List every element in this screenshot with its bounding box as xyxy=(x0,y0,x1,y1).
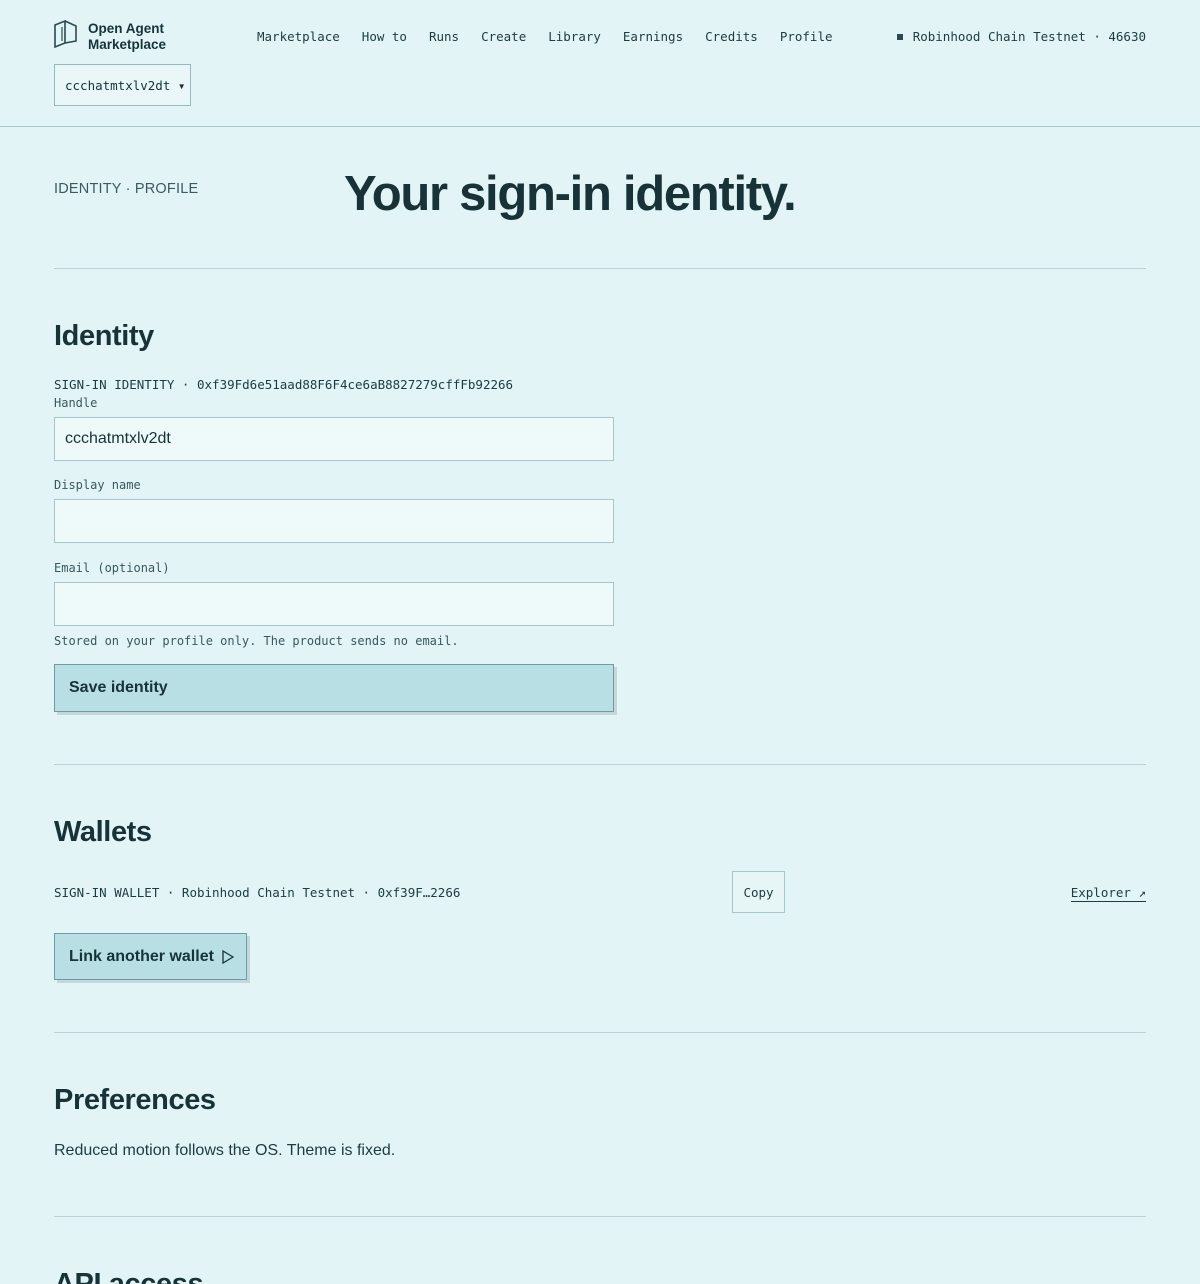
play-arrow-icon xyxy=(222,949,234,964)
email-label: Email (optional) xyxy=(54,561,170,575)
brand-name-line2: Marketplace xyxy=(88,36,167,52)
save-identity-label: Save identity xyxy=(69,679,168,696)
account-handle: ccchatmtxlv2dt ▾ xyxy=(65,77,186,93)
save-identity-button[interactable]: Save identity xyxy=(54,664,614,712)
copy-address-button[interactable]: Copy xyxy=(732,871,785,913)
divider xyxy=(54,268,1146,269)
nav-credits[interactable]: Credits xyxy=(705,29,758,44)
email-note: Stored on your profile only. The product… xyxy=(54,634,459,648)
link-wallet-button[interactable]: Link another wallet xyxy=(54,933,247,980)
nav-runs[interactable]: Runs xyxy=(429,29,459,44)
display-name-label: Display name xyxy=(54,478,141,492)
network-indicator: Robinhood Chain Testnet · 46630 xyxy=(896,29,1146,44)
nav-create[interactable]: Create xyxy=(481,29,526,44)
sign-in-wallet-info: SIGN-IN WALLET · Robinhood Chain Testnet… xyxy=(54,885,461,900)
explorer-link[interactable]: Explorer ↗ xyxy=(1070,885,1146,902)
nav-earnings[interactable]: Earnings xyxy=(623,29,683,44)
network-status-icon xyxy=(896,33,903,40)
email-input[interactable] xyxy=(54,582,614,626)
sign-in-identity-address: SIGN-IN IDENTITY · 0xf39Fd6e51aad88F6F4c… xyxy=(54,377,514,392)
api-section-title: API access xyxy=(54,1268,204,1284)
page-eyebrow: IDENTITY · PROFILE xyxy=(54,181,199,197)
account-menu-button[interactable]: ccchatmtxlv2dt ▾ xyxy=(54,64,191,106)
preferences-text: Reduced motion follows the OS. Theme is … xyxy=(54,1142,396,1159)
display-name-input[interactable] xyxy=(54,499,614,543)
divider xyxy=(54,1032,1146,1033)
identity-section-title: Identity xyxy=(54,320,154,352)
link-wallet-label: Link another wallet xyxy=(69,947,214,965)
nav-library[interactable]: Library xyxy=(548,29,601,44)
brand-name: Open Agent Marketplace xyxy=(88,21,166,53)
network-label: Robinhood Chain Testnet · 46630 xyxy=(912,29,1146,44)
nav-how-to[interactable]: How to xyxy=(362,29,407,44)
brand-name-line1: Open Agent xyxy=(88,20,164,36)
preferences-section-title: Preferences xyxy=(54,1084,216,1116)
book-icon xyxy=(54,19,78,53)
page-title: Your sign-in identity. xyxy=(344,167,797,221)
nav-marketplace[interactable]: Marketplace xyxy=(257,29,340,44)
brand-logo[interactable]: Open Agent Marketplace xyxy=(54,19,166,53)
nav-profile[interactable]: Profile xyxy=(780,29,833,44)
wallets-section-title: Wallets xyxy=(54,816,152,848)
divider xyxy=(54,1216,1146,1217)
top-header: Open Agent Marketplace Marketplace How t… xyxy=(0,0,1200,127)
divider xyxy=(54,764,1146,765)
main-nav: Marketplace How to Runs Create Library E… xyxy=(257,29,855,44)
copy-label: Copy xyxy=(743,884,774,900)
handle-input[interactable] xyxy=(54,417,614,461)
handle-label: Handle xyxy=(54,396,98,410)
